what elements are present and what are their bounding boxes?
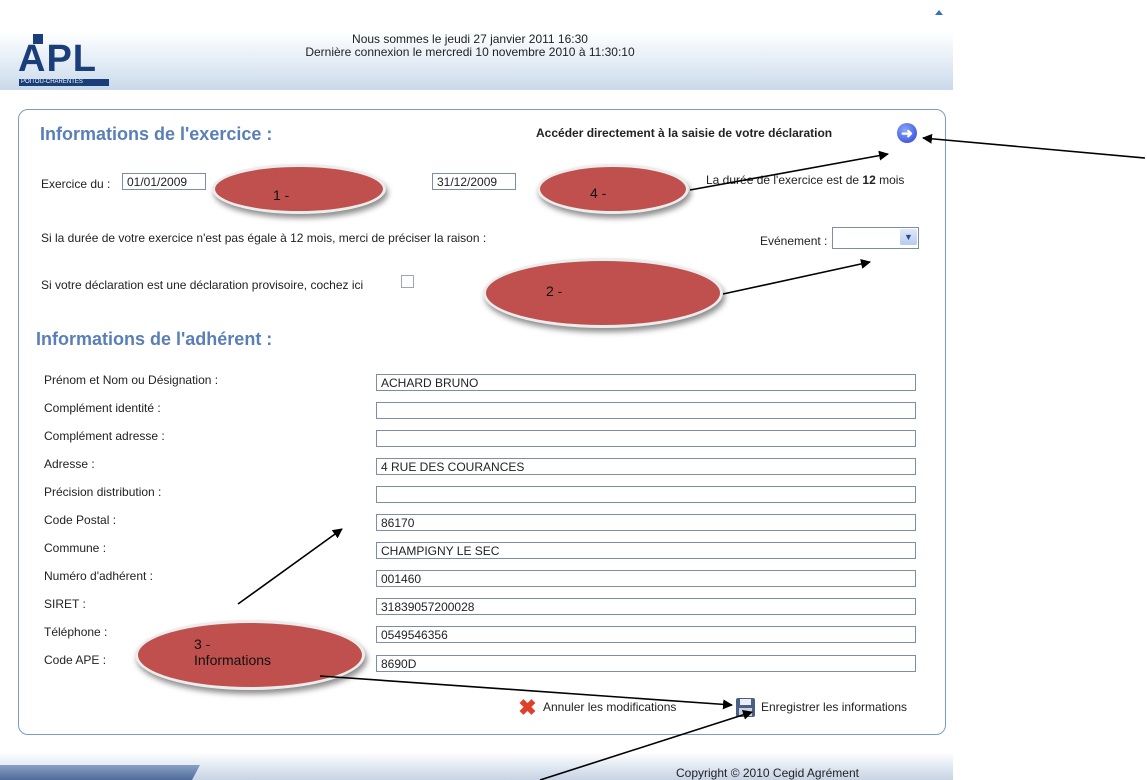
annotation-label-2: 2 - xyxy=(546,283,563,299)
arrow-to-direct-access xyxy=(922,133,1146,159)
footer-accent xyxy=(0,765,200,780)
annotation-label-3-number: 3 - xyxy=(194,636,211,652)
identity-complement-input[interactable] xyxy=(376,402,916,419)
annotation-label-4: 4 - xyxy=(590,185,607,201)
apl-logo: APL xyxy=(18,38,97,80)
postal-code-input[interactable]: 86170 xyxy=(376,514,916,531)
annotation-oval-3: 3 - Informations xyxy=(135,620,365,690)
duration-reason-text: Si la durée de votre exercice n'est pas … xyxy=(41,231,487,245)
exercise-end-date-input[interactable]: 31/12/2009 xyxy=(432,173,516,190)
logo-subtext: POITOU-CHARENTES xyxy=(19,79,109,86)
name-input[interactable]: ACHARD BRUNO xyxy=(376,374,916,391)
exercise-start-date-input[interactable]: 01/01/2009 xyxy=(122,173,206,190)
field-label-postal-code: Code Postal : xyxy=(44,513,117,527)
exercise-from-label: Exercice du : xyxy=(41,177,111,191)
chevron-down-icon[interactable]: ▼ xyxy=(900,229,917,245)
provisional-declaration-text: Si votre déclaration est une déclaration… xyxy=(41,278,364,292)
field-label-distribution: Précision distribution : xyxy=(44,485,162,499)
annotation-oval-2: 2 - xyxy=(483,258,723,328)
distribution-input[interactable] xyxy=(376,486,916,503)
address-complement-input[interactable] xyxy=(376,430,916,447)
city-input[interactable]: CHAMPIGNY LE SEC xyxy=(376,542,916,559)
field-label-ape: Code APE : xyxy=(44,653,107,667)
field-label-siret: SIRET : xyxy=(44,597,86,611)
scroll-up-icon[interactable] xyxy=(935,10,943,15)
field-label-name: Prénom et Nom ou Désignation : xyxy=(44,373,219,387)
duration-value: 12 xyxy=(862,173,876,187)
field-label-identity: Complément identité : xyxy=(44,401,161,415)
field-label-member-number: Numéro d'adhérent : xyxy=(44,569,154,583)
save-disk-icon[interactable] xyxy=(736,698,755,717)
annotation-label-1: 1 - xyxy=(273,187,290,203)
field-label-phone: Téléphone : xyxy=(44,625,108,639)
event-select[interactable]: ▼ xyxy=(832,227,919,249)
field-label-address-complement: Complément adresse : xyxy=(44,429,165,443)
event-label: Evénement : xyxy=(760,234,828,248)
phone-input[interactable]: 0549546356 xyxy=(376,626,916,643)
copyright-text: Copyright © 2010 Cegid Agrément xyxy=(676,766,859,780)
annotation-label-3: 3 - Informations xyxy=(194,636,271,668)
header-info: Nous sommes le jeudi 27 janvier 2011 16:… xyxy=(250,33,690,59)
duration-suffix: mois xyxy=(875,173,905,187)
last-login: Dernière connexion le mercredi 10 novemb… xyxy=(305,45,635,59)
member-section-title: Informations de l'adhérent : xyxy=(36,329,273,349)
exercise-section-title: Informations de l'exercice : xyxy=(40,124,273,144)
page-header: APL POITOU-CHARENTES Nous sommes le jeud… xyxy=(0,0,953,90)
provisional-checkbox[interactable] xyxy=(401,275,414,288)
siret-input[interactable]: 31839057200028 xyxy=(376,598,916,615)
ape-code-input[interactable]: 8690D xyxy=(376,655,916,672)
annotation-oval-4: 4 - xyxy=(537,164,689,214)
member-number-input[interactable]: 001460 xyxy=(376,570,916,587)
exercise-duration-text: La durée de l'exercice est de 12 mois xyxy=(706,173,904,187)
annotation-label-3-text: Informations xyxy=(194,652,272,668)
arrow-right-icon[interactable]: ➜ xyxy=(897,123,917,143)
field-label-city: Commune : xyxy=(44,541,107,555)
field-label-address: Adresse : xyxy=(44,457,95,471)
save-button[interactable]: Enregistrer les informations xyxy=(761,700,907,714)
cancel-button[interactable]: Annuler les modifications xyxy=(543,700,676,714)
annotation-oval-1: 1 - xyxy=(212,164,386,214)
duration-prefix: La durée de l'exercice est de xyxy=(706,173,863,187)
address-input[interactable]: 4 RUE DES COURANCES xyxy=(376,458,916,475)
cancel-x-icon[interactable]: ✖ xyxy=(517,697,538,719)
direct-access-link[interactable]: Accéder directement à la saisie de votre… xyxy=(536,126,832,140)
